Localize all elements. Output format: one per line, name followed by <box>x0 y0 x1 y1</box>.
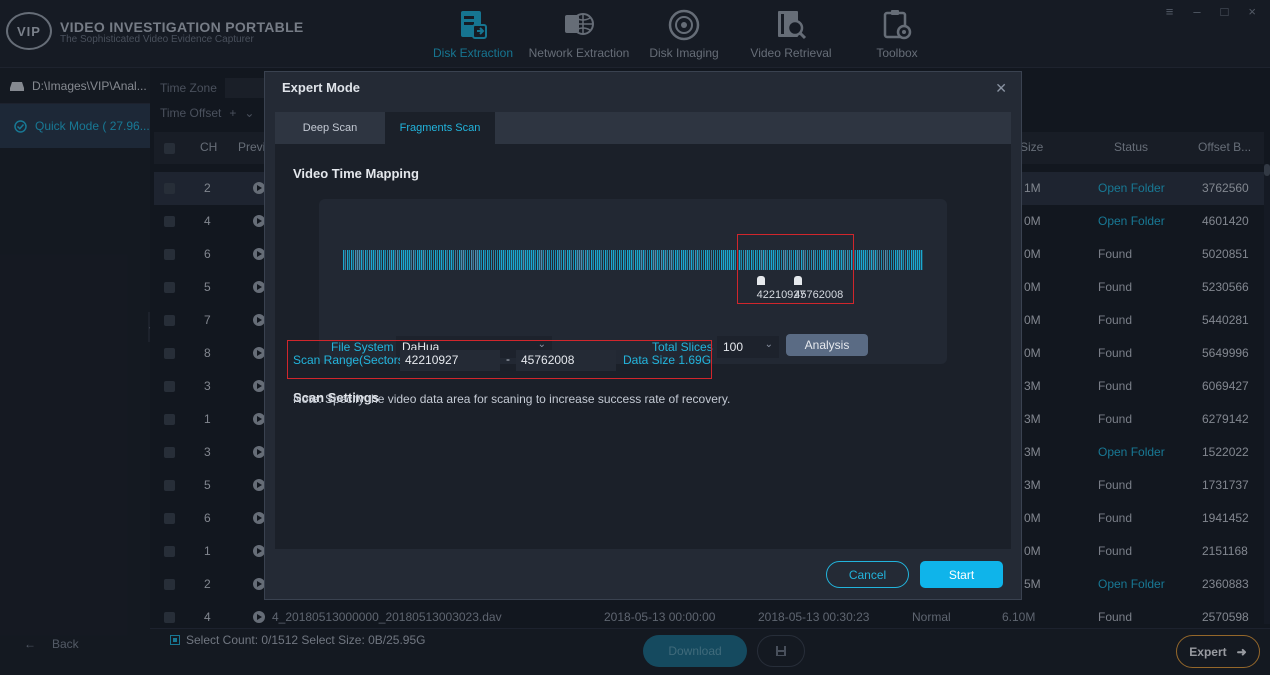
marker-end-label: 45762008 <box>794 289 844 301</box>
start-button[interactable]: Start <box>920 561 1003 588</box>
close-icon[interactable]: ✕ <box>995 80 1007 97</box>
range-start-marker[interactable] <box>756 276 765 285</box>
dialog-title: Expert Mode <box>282 80 361 95</box>
tab-deep-scan[interactable]: Deep Scan <box>275 112 385 144</box>
dialog-tabs: Deep Scan Fragments Scan <box>275 112 1011 144</box>
scan-range-end-input[interactable]: 45762008 <box>516 350 616 371</box>
cancel-button[interactable]: Cancel <box>826 561 909 588</box>
total-slices-select[interactable]: 100 ⌄ <box>717 336 779 358</box>
analysis-button[interactable]: Analysis <box>786 334 868 356</box>
total-slices-value: 100 <box>723 340 744 354</box>
scan-range-start-input[interactable]: 42210927 <box>400 350 500 371</box>
scan-range-label: Scan Range(Sectors) <box>293 353 408 367</box>
tab-fragments-scan[interactable]: Fragments Scan <box>385 112 495 144</box>
range-separator: - <box>506 352 510 366</box>
chevron-down-icon: ⌄ <box>764 339 773 350</box>
range-end-marker[interactable] <box>794 276 803 285</box>
video-time-mapping-title: Video Time Mapping <box>293 166 419 181</box>
data-size-label: Data Size 1.69G <box>623 353 712 367</box>
scan-range-highlight: Scan Range(Sectors) 42210927 - 45762008 … <box>287 340 712 379</box>
expert-mode-dialog: Expert Mode ✕ Deep Scan Fragments Scan V… <box>264 71 1022 600</box>
scan-note: Note: Specify the video data area for sc… <box>293 392 731 406</box>
